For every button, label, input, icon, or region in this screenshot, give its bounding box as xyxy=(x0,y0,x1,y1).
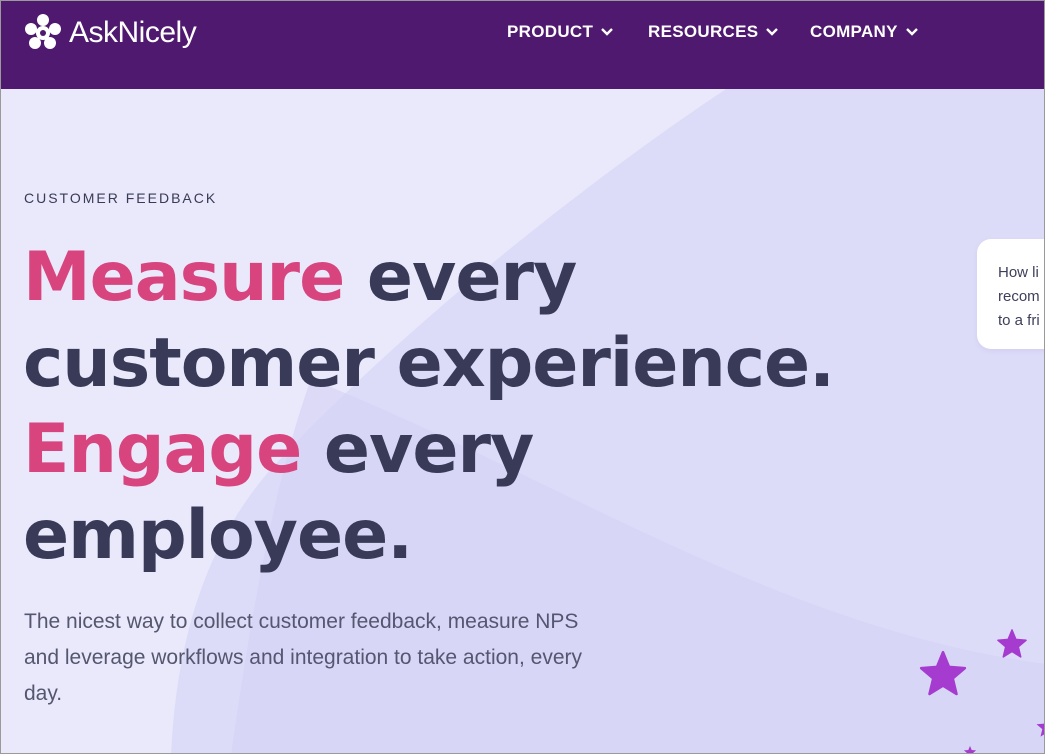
nav-resources-menu[interactable]: RESOURCES xyxy=(648,22,779,42)
nav-company-menu[interactable]: COMPANY xyxy=(810,22,918,42)
star-icon xyxy=(997,629,1027,658)
nav-company-label: COMPANY xyxy=(810,22,898,41)
headline-line-3: Engage every xyxy=(23,407,834,493)
nps-survey-card: How li recom to a fri xyxy=(977,239,1044,349)
headline-text: every xyxy=(301,410,534,489)
star-icon xyxy=(963,745,977,753)
nav-product-label: PRODUCT xyxy=(507,22,594,41)
top-navigation-bar: AskNicely PRODUCT RESOURCES COMPANY xyxy=(1,1,1044,89)
brand-logo[interactable]: AskNicely xyxy=(21,11,197,55)
star-icon xyxy=(1036,723,1044,737)
flower-logo-icon xyxy=(25,14,61,49)
headline-line-1: Measure every xyxy=(23,235,834,321)
chevron-down-icon xyxy=(905,28,918,36)
headline-text: every xyxy=(344,238,577,317)
chevron-down-icon xyxy=(601,28,614,36)
hero-description: The nicest way to collect customer feedb… xyxy=(24,610,582,705)
brand-name: AskNicely xyxy=(69,16,197,49)
headline-line-2: customer experience. xyxy=(23,324,835,403)
section-eyebrow: CUSTOMER FEEDBACK xyxy=(24,190,218,206)
hero-headline: Measure every customer experience. Engag… xyxy=(23,235,835,579)
headline-accent-engage: Engage xyxy=(23,410,302,489)
star-icon xyxy=(919,650,967,696)
survey-question-text: How li recom to a fri xyxy=(998,264,1040,329)
nav-product-menu[interactable]: PRODUCT xyxy=(507,22,614,42)
page-frame: AskNicely PRODUCT RESOURCES COMPANY CUST… xyxy=(0,0,1045,754)
chevron-down-icon xyxy=(766,28,779,36)
headline-line-4: employee. xyxy=(23,496,413,575)
headline-accent-measure: Measure xyxy=(23,238,345,317)
nav-resources-label: RESOURCES xyxy=(648,22,759,41)
